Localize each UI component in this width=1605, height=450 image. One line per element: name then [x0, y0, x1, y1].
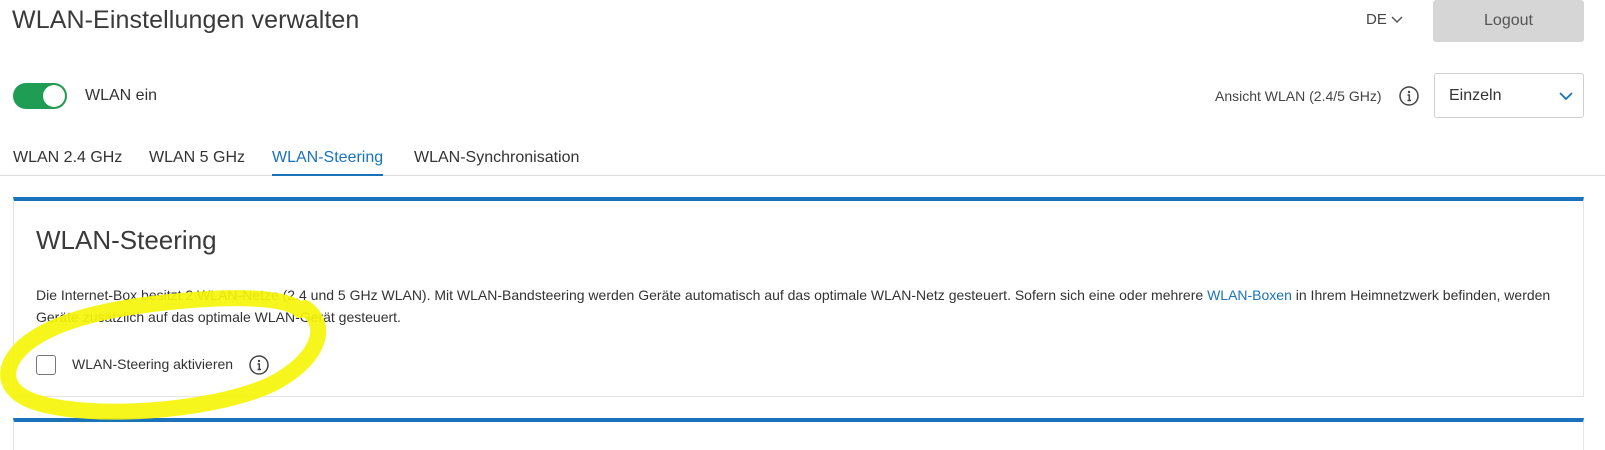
view-select-value: Einzeln	[1449, 87, 1502, 104]
chevron-down-icon	[1391, 11, 1403, 28]
wlan-toggle[interactable]	[13, 83, 67, 109]
language-value: DE	[1366, 11, 1387, 28]
logout-button[interactable]: Logout	[1433, 0, 1584, 42]
tab-wlan-24[interactable]: WLAN 2.4 GHz	[13, 149, 122, 167]
toggle-knob	[43, 85, 65, 107]
tab-wlan-steering[interactable]: WLAN-Steering	[272, 149, 384, 176]
card-title: WLAN-Steering	[36, 225, 217, 255]
tab-bar: WLAN 2.4 GHz WLAN 5 GHz WLAN-Steering WL…	[0, 143, 1605, 176]
view-label: Ansicht WLAN (2.4/5 GHz)	[1215, 88, 1382, 104]
page-title: WLAN-Einstellungen verwalten	[12, 6, 360, 34]
view-select[interactable]: Einzeln	[1434, 73, 1584, 118]
language-select[interactable]: DE	[1366, 11, 1403, 28]
steering-checkbox-label[interactable]: WLAN-Steering aktivieren	[72, 356, 233, 372]
description-text: Die Internet-Box besitzt 2 WLAN-Netze (2…	[36, 287, 1208, 303]
wlan-boxen-link[interactable]: WLAN-Boxen	[1207, 287, 1292, 303]
steering-card: WLAN-Steering Die Internet-Box besitzt 2…	[13, 197, 1584, 397]
info-icon[interactable]	[248, 354, 270, 376]
card-description: Die Internet-Box besitzt 2 WLAN-Netze (2…	[36, 284, 1566, 328]
wlan-toggle-label: WLAN ein	[85, 87, 158, 104]
tab-wlan-sync[interactable]: WLAN-Synchronisation	[414, 149, 579, 167]
tab-wlan-5[interactable]: WLAN 5 GHz	[149, 149, 245, 167]
info-icon[interactable]	[1398, 85, 1420, 107]
next-card	[13, 418, 1584, 450]
steering-checkbox[interactable]	[36, 355, 56, 375]
